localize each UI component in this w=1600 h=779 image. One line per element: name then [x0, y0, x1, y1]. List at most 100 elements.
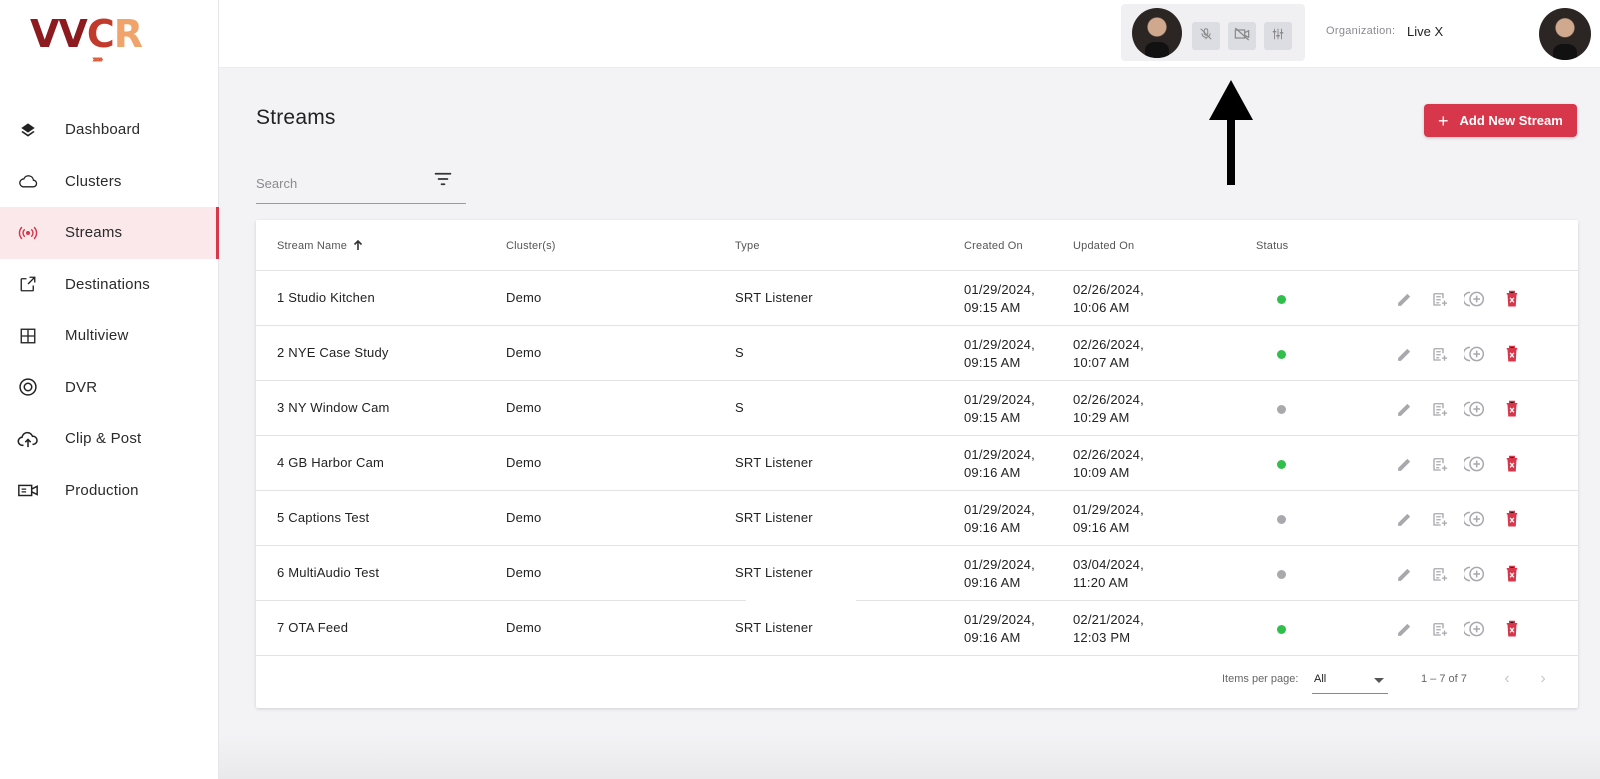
sidebar-item-clip-post[interactable]: Clip & Post — [0, 413, 219, 465]
sidebar-item-clusters[interactable]: Clusters — [0, 156, 219, 208]
add-note-icon[interactable] — [1428, 342, 1452, 366]
stream-name-cell: 4 GB Harbor Cam — [277, 455, 385, 470]
pagination-range: 1 – 7 of 7 — [1421, 673, 1467, 685]
sidebar-item-label: Clusters — [65, 172, 122, 190]
stream-name-cell: 3 NY Window Cam — [277, 400, 390, 415]
created-date: 01/29/2024, — [964, 337, 1035, 352]
created-date: 01/29/2024, — [964, 447, 1035, 462]
add-note-icon[interactable] — [1428, 452, 1452, 476]
table-row[interactable]: 1 Studio Kitchen Demo SRT Listener 01/29/20… — [256, 271, 1578, 326]
cluster-cell: Demo — [506, 565, 542, 580]
stream-name-cell: 6 MultiAudio Test — [277, 565, 380, 580]
created-time: 09:16 AM — [964, 465, 1021, 480]
table-row[interactable]: 4 GB Harbor Cam Demo SRT Listener 01/29/202… — [256, 436, 1578, 491]
delete-icon[interactable] — [1500, 342, 1524, 366]
column-header-clusters[interactable]: Cluster(s) — [506, 240, 556, 252]
created-on-cell: 01/29/2024, 09:15 AM — [964, 391, 1035, 427]
status-indicator — [1277, 625, 1286, 634]
previous-page-button[interactable]: ‹ — [1496, 669, 1518, 691]
table-row[interactable]: 2 NYE Case Study Demo S 01/29/2024, 09:15 AM… — [256, 326, 1578, 381]
add-note-icon[interactable] — [1428, 617, 1452, 641]
sidebar-item-label: Destinations — [65, 275, 150, 293]
add-circle-icon[interactable] — [1463, 562, 1487, 586]
column-header-stream-name[interactable]: Stream Name — [277, 239, 363, 254]
sidebar-item-multiview[interactable]: Multiview — [0, 310, 219, 362]
sidebar-item-streams[interactable]: Streams — [0, 207, 219, 259]
add-circle-icon[interactable] — [1463, 452, 1487, 476]
table-row[interactable]: 5 Captions Test Demo SRT Listener 01/29/202… — [256, 491, 1578, 546]
add-circle-icon[interactable] — [1463, 507, 1487, 531]
filter-icon[interactable] — [434, 172, 454, 192]
sidebar-item-production[interactable]: Production — [0, 465, 219, 517]
video-off-icon — [1234, 27, 1250, 46]
created-time: 09:16 AM — [964, 575, 1021, 590]
created-on-cell: 01/29/2024, 09:15 AM — [964, 336, 1035, 372]
add-circle-icon[interactable] — [1463, 617, 1487, 641]
status-indicator — [1277, 295, 1286, 304]
settings-sliders-button[interactable] — [1264, 22, 1292, 50]
organization-value[interactable]: Live X — [1407, 24, 1443, 39]
vvcr-logo[interactable]: VVCR ››››››› — [30, 14, 143, 66]
edit-icon[interactable] — [1392, 287, 1416, 311]
delete-icon[interactable] — [1500, 287, 1524, 311]
created-on-cell: 01/29/2024, 09:16 AM — [964, 611, 1035, 647]
add-circle-icon[interactable] — [1463, 397, 1487, 421]
items-per-page-label: Items per page: — [1222, 673, 1299, 685]
updated-on-cell: 02/26/2024, 10:09 AM — [1073, 446, 1144, 482]
record-icon — [17, 376, 39, 398]
column-header-type[interactable]: Type — [735, 240, 760, 252]
edit-icon[interactable] — [1392, 452, 1416, 476]
add-circle-icon[interactable] — [1463, 342, 1487, 366]
video-toggle-button[interactable] — [1228, 22, 1256, 50]
search-input[interactable] — [256, 172, 416, 194]
edit-icon[interactable] — [1392, 342, 1416, 366]
video-camera-icon — [17, 479, 39, 501]
delete-icon[interactable] — [1500, 397, 1524, 421]
delete-icon[interactable] — [1500, 617, 1524, 641]
table-row[interactable]: 7 OTA Feed Demo SRT Listener 01/29/2024, 09:… — [256, 601, 1578, 656]
add-note-icon[interactable] — [1428, 287, 1452, 311]
sidebar-item-label: DVR — [65, 378, 98, 396]
items-per-page-value: All — [1314, 673, 1327, 685]
edit-icon[interactable] — [1392, 562, 1416, 586]
created-on-cell: 01/29/2024, 09:16 AM — [964, 446, 1035, 482]
delete-icon[interactable] — [1500, 562, 1524, 586]
created-on-cell: 01/29/2024, 09:16 AM — [964, 501, 1035, 537]
updated-date: 02/26/2024, — [1073, 447, 1144, 462]
delete-icon[interactable] — [1500, 507, 1524, 531]
table-row[interactable]: 3 NY Window Cam Demo S 01/29/2024, 09:15 AM 0… — [256, 381, 1578, 436]
table-row[interactable]: 6 MultiAudio Test Demo SRT Listener 01/29/2… — [256, 546, 1578, 601]
column-header-status[interactable]: Status — [1256, 240, 1288, 252]
table-header: Stream Name Cluster(s) Type Created On U… — [256, 220, 1578, 271]
delete-icon[interactable] — [1500, 452, 1524, 476]
participant-avatar[interactable] — [1132, 8, 1182, 58]
page-footer-area — [219, 735, 1600, 779]
column-header-created-on[interactable]: Created On — [964, 240, 1023, 252]
edit-icon[interactable] — [1392, 617, 1416, 641]
add-circle-icon[interactable] — [1463, 287, 1487, 311]
created-time: 09:15 AM — [964, 300, 1021, 315]
user-avatar[interactable] — [1539, 8, 1591, 60]
organization-label: Organization: — [1326, 25, 1396, 37]
type-cell: SRT Listener — [735, 620, 813, 635]
grid-icon — [17, 325, 39, 347]
chevron-left-icon: ‹ — [1504, 670, 1510, 687]
next-page-button[interactable]: › — [1532, 669, 1554, 691]
add-note-icon[interactable] — [1428, 397, 1452, 421]
created-time: 09:16 AM — [964, 520, 1021, 535]
edit-icon[interactable] — [1392, 507, 1416, 531]
page-title: Streams — [256, 106, 336, 129]
type-cell: S — [735, 345, 744, 360]
column-header-updated-on[interactable]: Updated On — [1073, 240, 1134, 252]
cluster-cell: Demo — [506, 510, 542, 525]
items-per-page-select[interactable]: All — [1312, 666, 1388, 694]
add-note-icon[interactable] — [1428, 562, 1452, 586]
sidebar-item-destinations[interactable]: Destinations — [0, 259, 219, 311]
add-note-icon[interactable] — [1428, 507, 1452, 531]
sidebar-item-dvr[interactable]: DVR — [0, 362, 219, 414]
mic-toggle-button[interactable] — [1192, 22, 1220, 50]
type-cell: SRT Listener — [735, 290, 813, 305]
sidebar-item-dashboard[interactable]: Dashboard — [0, 104, 219, 156]
add-new-stream-button[interactable]: + Add New Stream — [1424, 104, 1577, 137]
edit-icon[interactable] — [1392, 397, 1416, 421]
